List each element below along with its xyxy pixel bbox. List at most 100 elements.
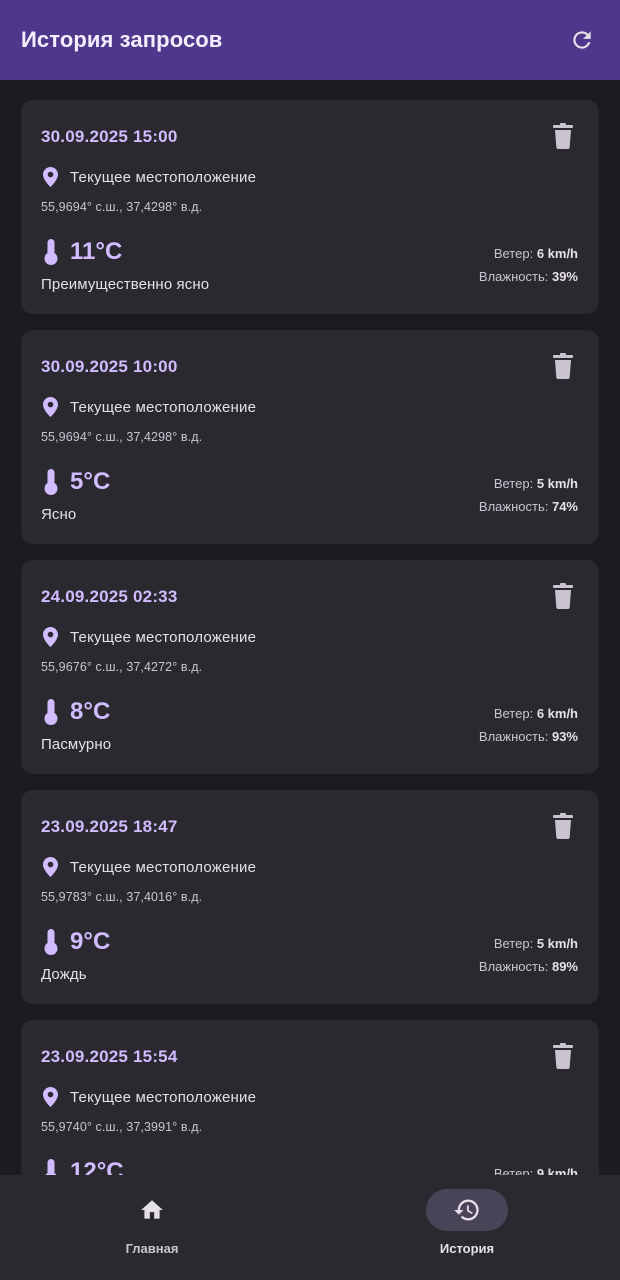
request-date: 23.09.2025 15:54	[41, 1047, 178, 1066]
location-label: Текущее местоположение	[70, 1088, 257, 1106]
wind-value: 5 km/h	[536, 936, 578, 951]
trash-icon	[553, 1043, 573, 1069]
history-card[interactable]: 24.09.2025 02:33 Текущее местоположение …	[21, 560, 599, 774]
request-date: 30.09.2025 10:00	[41, 357, 178, 376]
humidity-value: 89%	[551, 959, 578, 974]
request-date: 24.09.2025 02:33	[41, 587, 178, 606]
location-label: Текущее местоположение	[70, 628, 257, 646]
nav-pill-active	[426, 1189, 508, 1231]
refresh-icon	[573, 31, 591, 49]
humidity-value: 39%	[551, 269, 578, 284]
nav-label-history: История	[439, 1241, 495, 1256]
coordinates: 55,9694° с.ш., 37,4298° в.д.	[41, 430, 203, 444]
delete-button[interactable]	[551, 812, 575, 840]
temperature-value: 12°C	[70, 1158, 124, 1175]
trash-icon	[553, 353, 573, 379]
coordinates: 55,9676° с.ш., 37,4272° в.д.	[41, 660, 203, 674]
coordinates: 55,9694° с.ш., 37,4298° в.д.	[41, 200, 203, 214]
temperature-row: 5°C	[44, 468, 110, 496]
wind-label: Ветер:	[493, 936, 534, 951]
nav-pill	[111, 1189, 193, 1231]
nav-item-home[interactable]: Главная	[65, 1189, 225, 1269]
location-row: Текущее местоположение	[43, 627, 256, 647]
humidity-label: Влажность:	[478, 729, 549, 744]
delete-button[interactable]	[551, 582, 575, 610]
location-label: Текущее местоположение	[70, 398, 257, 416]
history-card[interactable]: 23.09.2025 18:47 Текущее местоположение …	[21, 790, 599, 1004]
coordinates: 55,9740° с.ш., 37,3991° в.д.	[41, 1120, 203, 1134]
delete-button[interactable]	[551, 1042, 575, 1070]
wind-value: 9 km/h	[536, 1166, 578, 1175]
location-label: Текущее местоположение	[70, 168, 257, 186]
thermometer-icon	[44, 929, 58, 955]
humidity-info: Влажность: 89%	[479, 959, 578, 974]
location-pin-icon	[43, 1087, 58, 1107]
temperature-value: 8°C	[70, 698, 111, 725]
top-app-bar: История запросов	[0, 0, 620, 80]
history-list[interactable]: 30.09.2025 15:00 Текущее местоположение …	[0, 80, 620, 1175]
weather-condition: Пасмурно	[41, 736, 112, 753]
history-card[interactable]: 30.09.2025 15:00 Текущее местоположение …	[21, 100, 599, 314]
wind-value: 5 km/h	[536, 476, 578, 491]
temperature-row: 11°C	[44, 238, 122, 266]
wind-info: Ветер: 6 km/h	[494, 706, 578, 721]
humidity-value: 93%	[551, 729, 578, 744]
temperature-value: 9°C	[70, 928, 111, 955]
request-date: 30.09.2025 15:00	[41, 127, 178, 146]
trash-icon	[553, 123, 573, 149]
request-date: 23.09.2025 18:47	[41, 817, 178, 836]
temperature-row: 9°C	[44, 928, 110, 956]
location-pin-icon	[43, 167, 58, 187]
wind-info: Ветер: 5 km/h	[494, 476, 578, 491]
humidity-label: Влажность:	[478, 959, 549, 974]
temperature-value: 5°C	[70, 468, 111, 495]
location-row: Текущее местоположение	[43, 167, 256, 187]
humidity-value: 74%	[551, 499, 578, 514]
wind-info: Ветер: 6 km/h	[494, 246, 578, 261]
trash-icon	[553, 583, 573, 609]
humidity-info: Влажность: 74%	[479, 499, 578, 514]
wind-info: Ветер: 9 km/h	[494, 1166, 578, 1175]
history-card[interactable]: 30.09.2025 10:00 Текущее местоположение …	[21, 330, 599, 544]
delete-button[interactable]	[551, 352, 575, 380]
humidity-info: Влажность: 39%	[479, 269, 578, 284]
weather-condition: Ясно	[41, 506, 77, 523]
trash-icon	[553, 813, 573, 839]
wind-value: 6 km/h	[536, 706, 578, 721]
temperature-row: 8°C	[44, 698, 110, 726]
nav-item-history[interactable]: История	[380, 1189, 540, 1269]
humidity-label: Влажность:	[478, 499, 549, 514]
wind-info: Ветер: 5 km/h	[494, 936, 578, 951]
temperature-value: 11°C	[70, 238, 123, 265]
location-row: Текущее местоположение	[43, 397, 256, 417]
refresh-button[interactable]	[566, 24, 598, 56]
thermometer-icon	[44, 469, 58, 495]
wind-value: 6 km/h	[536, 246, 578, 261]
page-title: История запросов	[21, 27, 223, 52]
coordinates: 55,9783° с.ш., 37,4016° в.д.	[41, 890, 203, 904]
nav-label-home: Главная	[125, 1241, 179, 1256]
wind-label: Ветер:	[493, 246, 534, 261]
temperature-row: 12°C	[44, 1158, 124, 1175]
bottom-navigation: Главная История	[0, 1175, 620, 1280]
home-icon	[141, 1200, 163, 1219]
location-pin-icon	[43, 627, 58, 647]
location-row: Текущее местоположение	[43, 857, 256, 877]
wind-label: Ветер:	[493, 476, 534, 491]
location-label: Текущее местоположение	[70, 858, 257, 876]
humidity-info: Влажность: 93%	[479, 729, 578, 744]
thermometer-icon	[44, 699, 58, 725]
history-card[interactable]: 23.09.2025 15:54 Текущее местоположение …	[21, 1020, 599, 1175]
location-pin-icon	[43, 397, 58, 417]
location-pin-icon	[43, 857, 58, 877]
wind-label: Ветер:	[493, 1166, 534, 1175]
app-root: История запросов 30.09.2025 15:00 Текуще…	[0, 0, 620, 1280]
thermometer-icon	[44, 239, 58, 265]
thermometer-icon	[45, 1159, 57, 1175]
delete-button[interactable]	[551, 122, 575, 150]
weather-condition: Дождь	[41, 966, 87, 983]
weather-condition: Преимущественно ясно	[41, 276, 210, 293]
humidity-label: Влажность:	[478, 269, 549, 284]
wind-label: Ветер:	[493, 706, 534, 721]
history-icon	[454, 1199, 479, 1221]
